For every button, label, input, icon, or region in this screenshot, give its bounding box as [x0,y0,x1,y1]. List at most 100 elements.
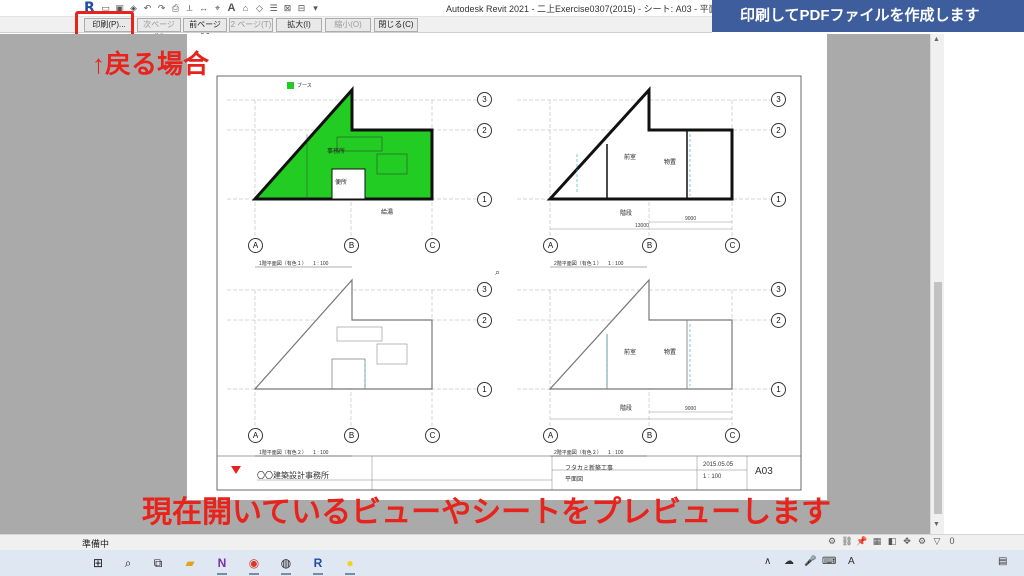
status-bar: 準備中 ⚙ ⛓ 📌 ▦ ◧ ✥ ⚙ ▽ 0 [0,534,1024,550]
windows-start-icon[interactable]: ⊞ [88,553,108,573]
vertical-scrollbar[interactable]: ▲ ▼ [930,34,944,534]
next-page-button[interactable]: 次ページ(N) [137,18,181,41]
zoom-cursor-icon: ⌕ [495,267,501,277]
grid-bubble-a: A [248,428,263,443]
dimension-label: 9000 [685,216,697,222]
preview-workspace: 3 2 1 3 2 1 3 2 1 3 2 1 A B C A B C A B … [0,34,944,534]
grid-bubble-1: 1 [477,382,492,397]
grid-bubble-c: C [425,428,440,443]
drawing-scale: 1 : 100 [703,474,722,480]
grid-bubble-a: A [543,428,558,443]
text-icon[interactable]: A [226,3,237,14]
two-page-button[interactable]: 2 ページ(T) [229,18,273,32]
scroll-thumb[interactable] [934,282,942,514]
select-underlay-icon[interactable]: ▦ [871,536,883,547]
room-label-butsuko: 物置 [664,160,677,166]
close-preview-button[interactable]: 閉じる(C) [374,18,418,32]
notification-icon[interactable]: ▤ [998,556,1007,567]
ime-indicator[interactable]: A [848,556,855,567]
legend-label: ブース [297,83,312,89]
background-process-icon[interactable]: ⚙ [916,536,928,547]
zoom-in-button[interactable]: 拡大(I) [276,18,322,32]
grid-bubble-1: 1 [477,192,492,207]
onenote-icon[interactable]: N [212,553,232,575]
office-name: 〇〇建築設計事務所 [257,471,329,480]
file-explorer-icon[interactable]: ▰ [180,553,200,573]
status-icons: ⚙ ⛓ 📌 ▦ ◧ ✥ ⚙ ▽ 0 [826,536,958,547]
sticky-app-icon[interactable]: ● [340,553,360,575]
dimension-icon[interactable]: ↔ [198,3,209,14]
close-hidden-icon[interactable]: ⊠ [282,3,293,14]
dimension-label: 13000 [635,223,649,229]
grid-bubble-b: B [344,238,359,253]
grid-bubble-a: A [543,238,558,253]
main-annotation: 現在開いているビューやシートをプレビューします [142,496,832,529]
grid-bubble-2: 2 [771,313,786,328]
drag-elements-icon[interactable]: ✥ [901,536,913,547]
grid-bubble-b: B [642,428,657,443]
keyboard-icon[interactable]: ⌨ [822,556,836,567]
tag-icon[interactable]: ⌖ [212,3,223,14]
worksets-icon[interactable]: ⚙ [826,536,838,547]
switch-windows-icon[interactable]: ⊟ [296,3,307,14]
grid-bubble-2: 2 [477,123,492,138]
measure-icon[interactable]: ⟂ [184,3,195,14]
microphone-icon[interactable]: 🎤 [804,556,816,567]
plan-2f-colored [517,86,777,237]
scroll-up-icon[interactable]: ▲ [933,36,940,43]
drawing-date: 2015.05.05 [703,462,734,468]
filter-icon[interactable]: ▽ [931,536,943,547]
tray-chevron-icon[interactable]: ∧ [764,556,771,567]
grid-bubble-2: 2 [771,123,786,138]
links-icon[interactable]: ⛓ [841,536,853,547]
grid-bubble-1: 1 [771,382,786,397]
room-label-butsuko: 物置 [664,350,677,356]
room-label-kyuto: 給湯 [381,210,394,216]
drawing-name: 平面図 [565,477,584,483]
revit-taskbar-icon[interactable]: R [308,553,328,575]
grid-bubble-3: 3 [771,282,786,297]
plan-1f-colored [227,82,477,237]
grid-bubble-c: C [425,238,440,253]
chrome-icon[interactable]: ◉ [244,553,264,575]
view-caption: 2階平面図（有色２） 1 : 100 [554,450,624,456]
sheet-number: A03 [755,466,773,477]
room-label-kaidan: 階段 [620,406,633,412]
grid-bubble-3: 3 [771,92,786,107]
grid-bubble-b: B [642,238,657,253]
select-pinned-icon[interactable]: 📌 [856,536,868,547]
grid-bubble-c: C [725,428,740,443]
room-label-zenshitsu: 前室 [624,155,637,161]
view-caption: 2階平面図（有色１） 1 : 100 [554,261,624,267]
grid-bubble-1: 1 [771,192,786,207]
north-marker-icon [231,466,241,474]
status-text: 準備中 [82,539,110,549]
room-label-office: 事務所 [327,149,346,155]
plan-1f-outline [227,278,477,427]
grid-bubble-2: 2 [477,313,492,328]
task-view-icon[interactable]: ⧉ [148,553,168,573]
3d-view-icon[interactable]: ⌂ [240,3,251,14]
room-label-kaidan: 階段 [620,211,633,217]
section-icon[interactable]: ◇ [254,3,265,14]
grid-bubble-a: A [248,238,263,253]
view-caption: 1階平面図（有色２） 1 : 100 [259,450,329,456]
undo-icon[interactable]: ↶ [142,3,153,14]
prev-page-button[interactable]: 前ページ(V) [183,18,227,41]
plan-2f-outline [517,278,777,427]
zoom-out-button[interactable]: 縮小(O) [325,18,371,32]
print-icon[interactable]: ⎙ [170,3,181,14]
room-label-wc: 便所 [335,180,348,186]
windows-taskbar: ⊞ ⌕ ⧉ ▰ N ◉ ◍ R ● ∧ ☁ 🎤 ⌨ A ▤ [0,550,1024,576]
cloud-icon[interactable]: ☁ [784,556,794,567]
thin-lines-icon[interactable]: ☰ [268,3,279,14]
redo-icon[interactable]: ↷ [156,3,167,14]
view-caption: 1階平面図（有色１） 1 : 100 [259,261,329,267]
grid-bubble-3: 3 [477,92,492,107]
scroll-down-icon[interactable]: ▼ [933,521,940,528]
obs-icon[interactable]: ◍ [276,553,296,575]
select-by-face-icon[interactable]: ◧ [886,536,898,547]
search-icon[interactable]: ⌕ [118,553,138,573]
customize-qat-icon[interactable]: ▾ [310,3,321,14]
sheet-preview[interactable]: 3 2 1 3 2 1 3 2 1 3 2 1 A B C A B C A B … [187,34,827,500]
